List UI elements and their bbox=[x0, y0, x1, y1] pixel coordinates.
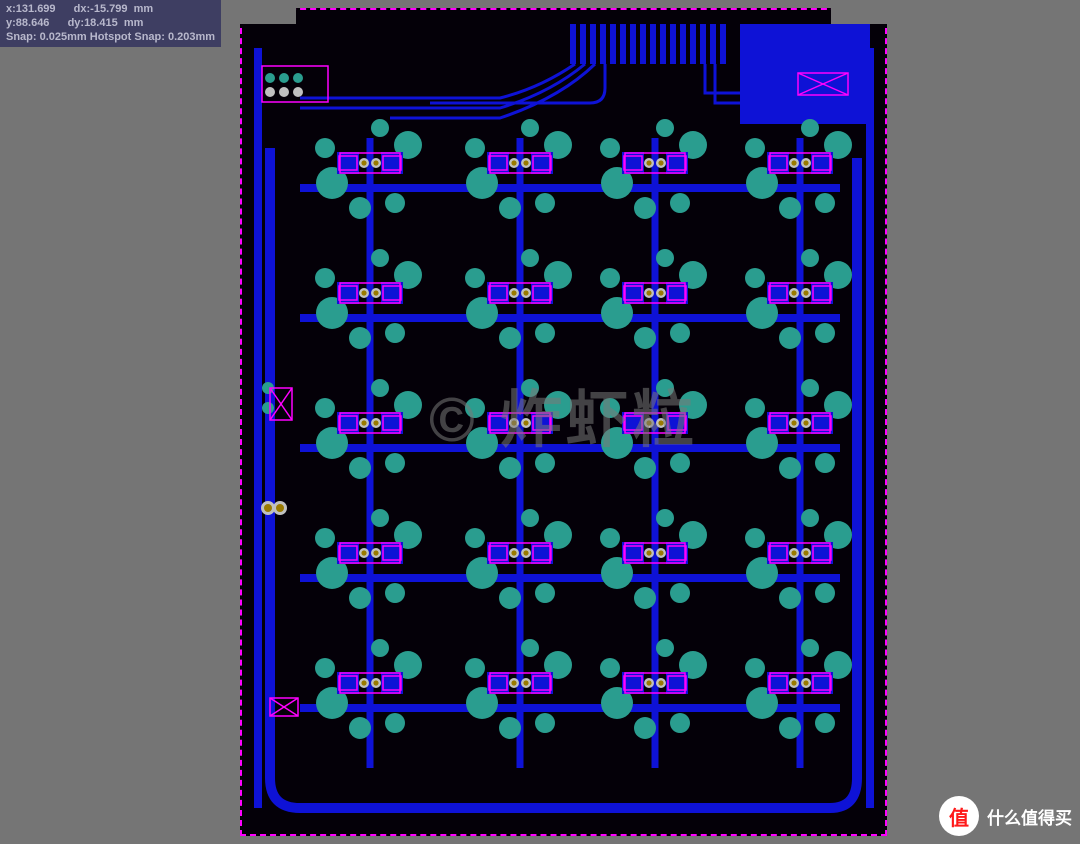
dx-unit: mm bbox=[134, 3, 154, 15]
y-value: 88.646 bbox=[16, 17, 50, 29]
dy-label: dy: bbox=[68, 17, 85, 29]
dx-label: dx: bbox=[74, 3, 91, 15]
coordinate-hud: x:131.699 dx:-15.799 mm y:88.646 dy:18.4… bbox=[0, 0, 221, 47]
dy-unit: mm bbox=[124, 17, 144, 29]
y-label: y: bbox=[6, 17, 16, 29]
pcb-layers bbox=[240, 8, 887, 836]
site-badge-label: 什么值得买 bbox=[987, 804, 1072, 829]
dy-value: 18.415 bbox=[84, 17, 118, 29]
site-badge-icon: 值 bbox=[939, 796, 979, 836]
x-label: x: bbox=[6, 3, 16, 15]
site-badge: 值 什么值得买 bbox=[939, 796, 1072, 836]
dx-value: -15.799 bbox=[90, 3, 127, 15]
pcb-canvas[interactable]: © 炸虾粒 bbox=[240, 8, 887, 836]
x-value: 131.699 bbox=[16, 3, 56, 15]
snap-info: Snap: 0.025mm Hotspot Snap: 0.203mm bbox=[6, 30, 215, 44]
